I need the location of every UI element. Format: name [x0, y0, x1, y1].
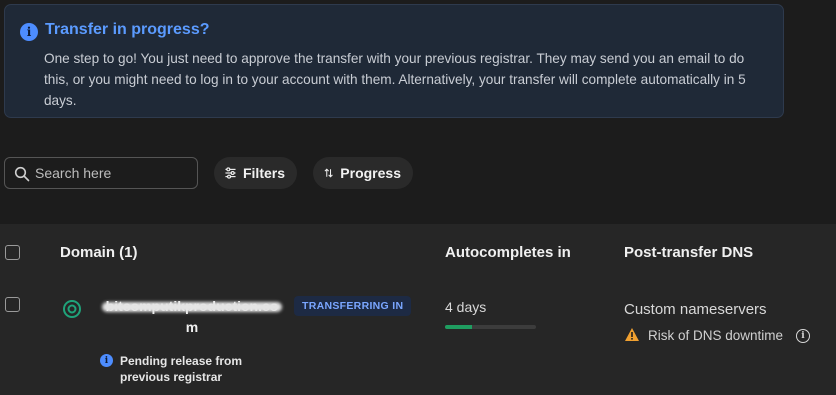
transfer-page: i Transfer in progress? One step to go! …	[0, 0, 836, 395]
dns-warning: Risk of DNS downtime	[648, 328, 784, 343]
column-header-autocompletes[interactable]: Autocompletes in	[445, 244, 571, 261]
status-badge: TRANSFERRING IN	[294, 296, 412, 316]
autocompletes-value: 4 days	[445, 299, 487, 315]
info-icon: i	[100, 354, 113, 367]
domains-table: Domain (1) Autocompletes in Post-transfe…	[0, 224, 836, 395]
column-header-dns[interactable]: Post-transfer DNS	[624, 244, 753, 261]
sliders-icon	[225, 167, 236, 179]
transfer-status-icon	[63, 300, 81, 318]
search-box[interactable]	[4, 157, 198, 189]
transfer-progress-bar	[445, 325, 536, 329]
domain-name-line2: m	[185, 319, 199, 335]
banner-body: One step to go! You just need to approve…	[44, 51, 746, 108]
dns-value: Custom nameservers	[624, 301, 767, 318]
sort-arrows-icon	[324, 168, 333, 178]
column-header-domain[interactable]: Domain (1)	[60, 244, 138, 261]
filters-button[interactable]: Filters	[214, 157, 297, 189]
row-checkbox[interactable]	[5, 297, 20, 312]
transfer-info-banner: i Transfer in progress? One step to go! …	[4, 4, 784, 118]
progress-sort-button[interactable]: Progress	[313, 157, 413, 189]
info-icon: i	[20, 23, 38, 41]
domain-name[interactable]: bitcomputikproduction.co m	[102, 296, 282, 338]
banner-title: Transfer in progress?	[45, 21, 210, 38]
search-icon	[14, 166, 30, 182]
filters-label: Filters	[242, 165, 285, 181]
info-outline-icon[interactable]: i	[796, 329, 810, 343]
warning-icon	[625, 328, 639, 341]
search-input[interactable]	[35, 163, 193, 183]
pending-note: Pending release from previous registrar	[120, 354, 243, 384]
progress-label: Progress	[340, 165, 401, 181]
select-all-checkbox[interactable]	[5, 245, 20, 260]
transfer-progress-fill	[445, 325, 473, 329]
domain-name-line1: bitcomputikproduction.co	[102, 296, 282, 317]
